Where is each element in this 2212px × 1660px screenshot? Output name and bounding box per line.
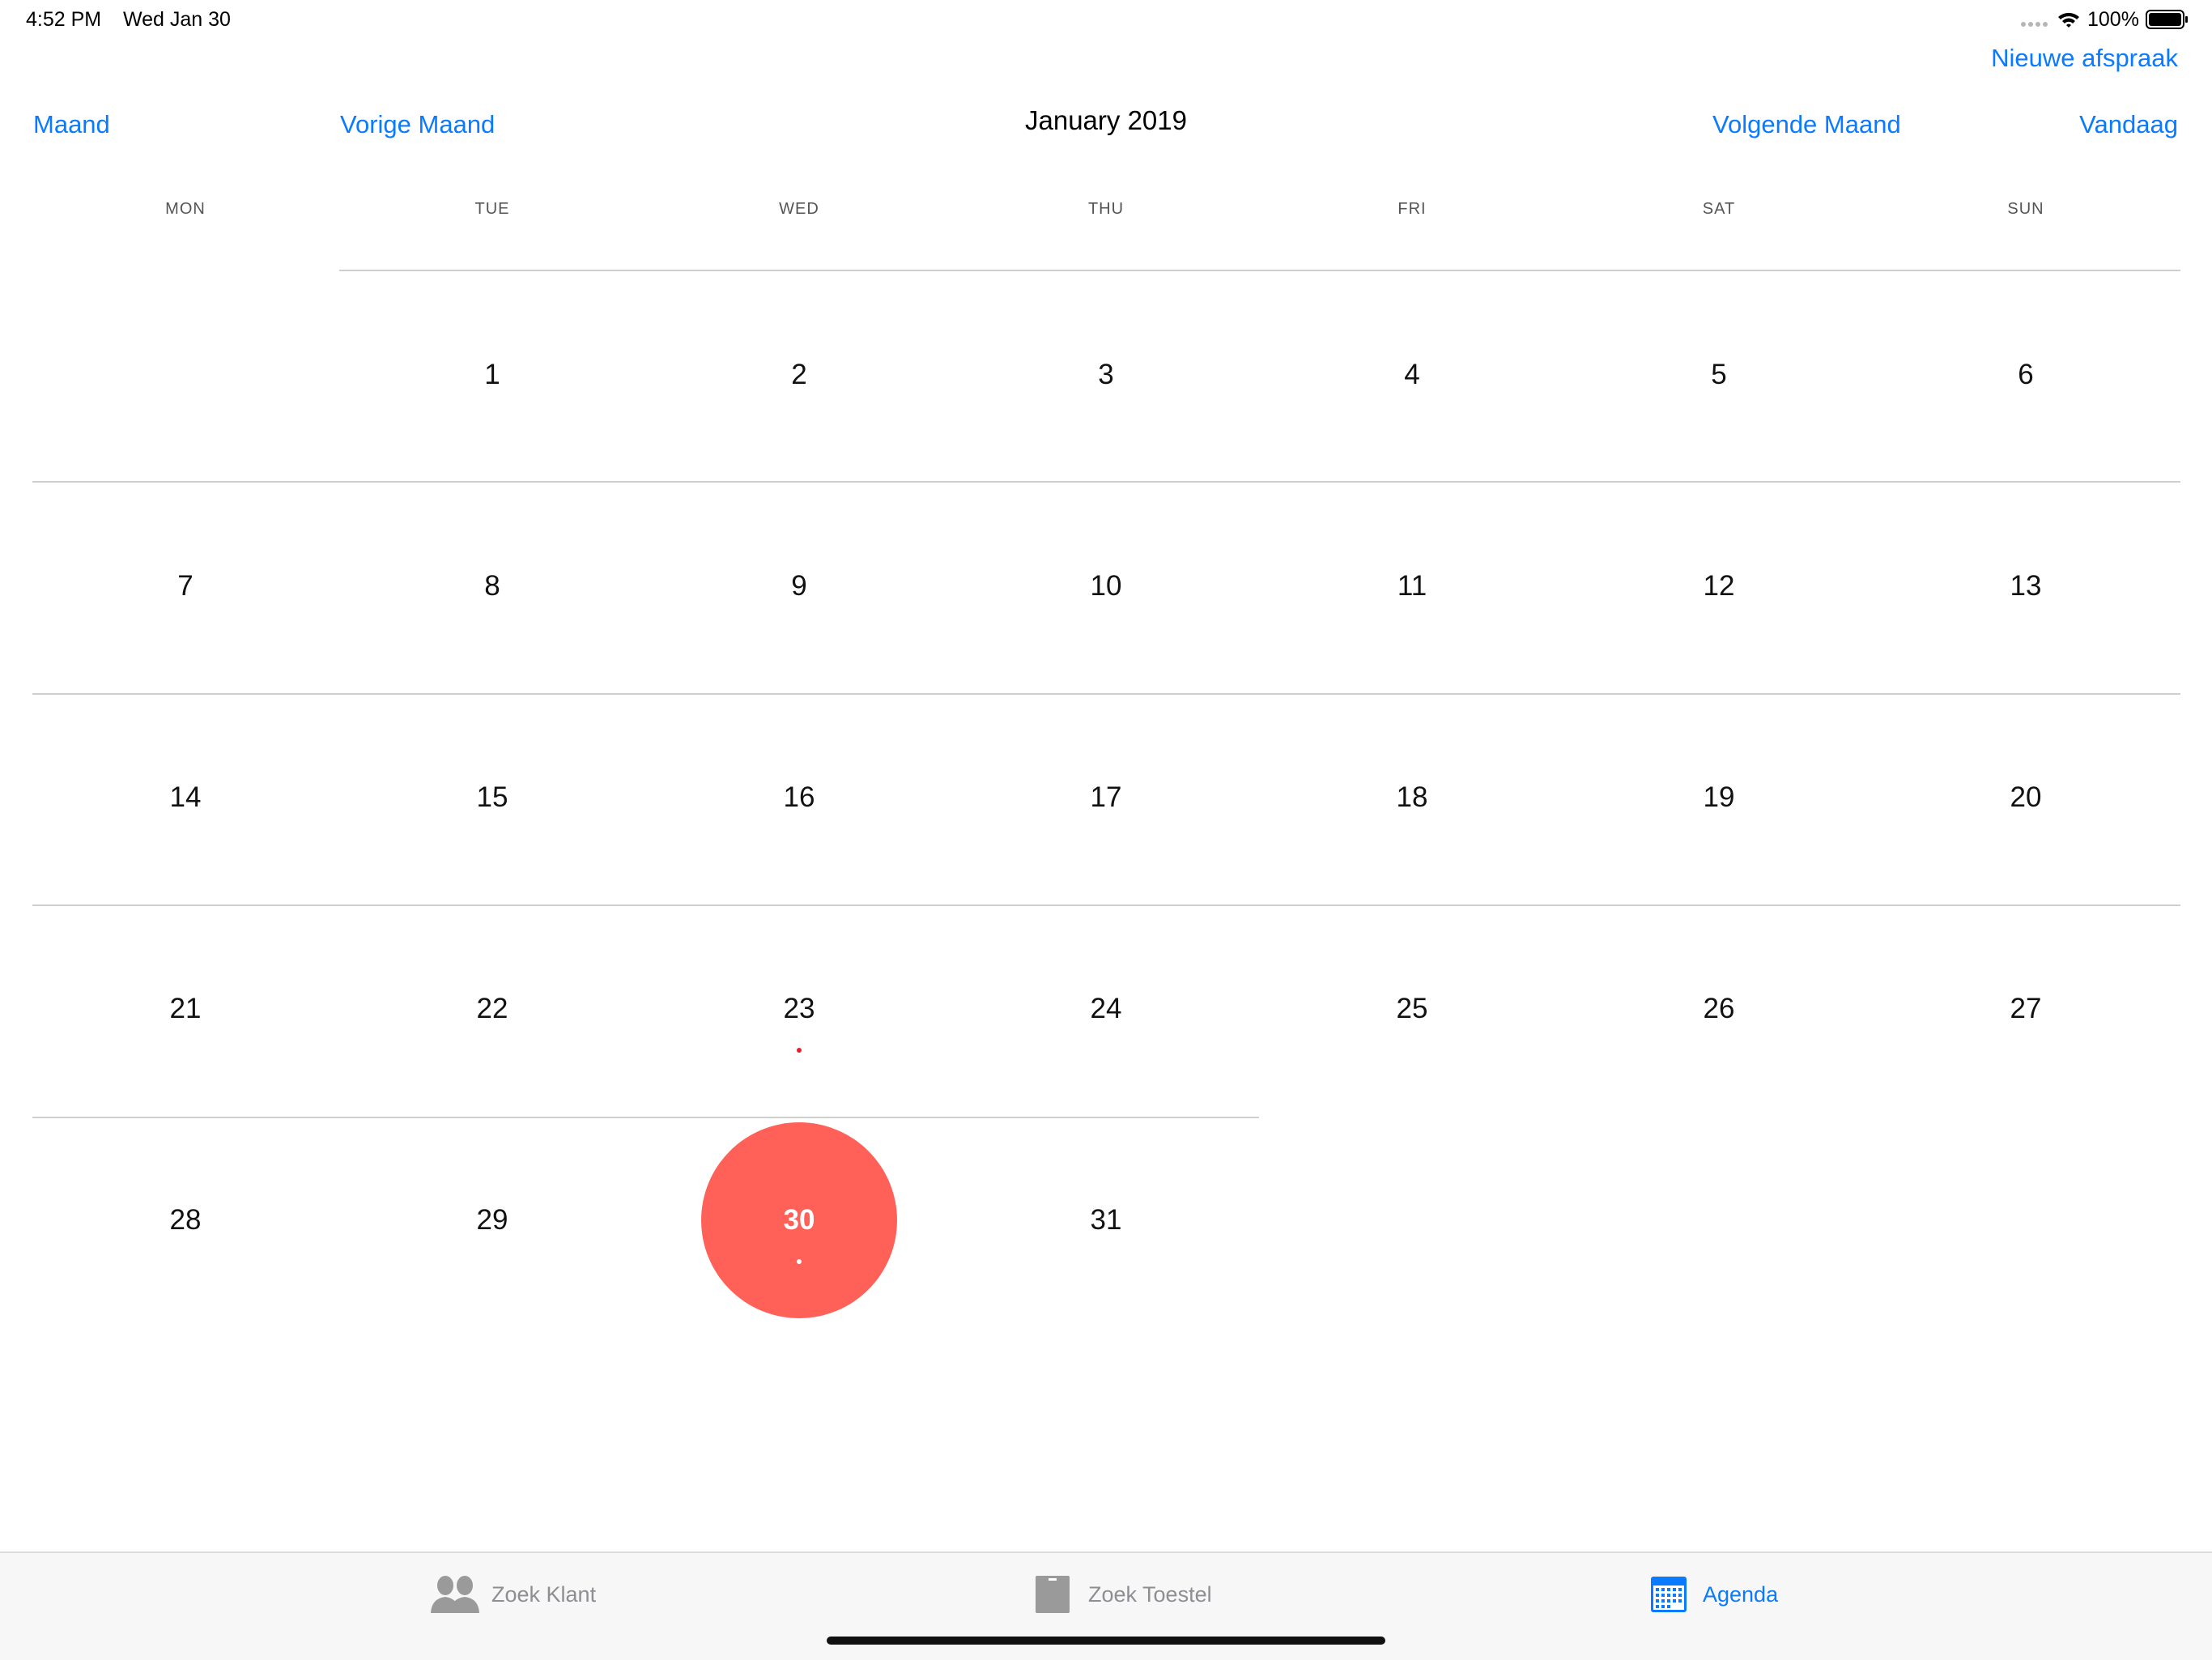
day-cell[interactable]: 26 xyxy=(1670,993,1767,1025)
day-cell[interactable]: 7 xyxy=(137,570,234,602)
day-cell[interactable]: 10 xyxy=(1057,570,1155,602)
day-cell[interactable]: 21 xyxy=(137,993,234,1025)
day-cell[interactable]: 31 xyxy=(1057,1204,1155,1236)
event-dot xyxy=(797,1048,802,1053)
home-indicator[interactable] xyxy=(827,1637,1385,1645)
weekday-sat: SAT xyxy=(1702,200,1736,218)
battery-icon xyxy=(2146,10,2188,29)
week-divider xyxy=(339,270,2180,271)
day-cell[interactable]: 11 xyxy=(1363,570,1461,602)
day-cell[interactable]: 16 xyxy=(751,781,848,814)
day-cell[interactable]: 14 xyxy=(137,781,234,814)
day-cell[interactable]: 20 xyxy=(1977,781,2074,814)
week-divider xyxy=(32,1117,1259,1118)
day-cell[interactable]: 22 xyxy=(444,993,541,1025)
day-cell[interactable]: 29 xyxy=(444,1204,541,1236)
day-cell[interactable]: 12 xyxy=(1670,570,1767,602)
weekday-mon: MON xyxy=(165,200,206,218)
day-cell[interactable]: 9 xyxy=(751,570,848,602)
new-appointment-button[interactable]: Nieuwe afspraak xyxy=(1991,44,2178,73)
day-cell[interactable]: 4 xyxy=(1363,359,1461,391)
day-cell[interactable]: 2 xyxy=(751,359,848,391)
tab-zoek-klant[interactable]: Zoek Klant xyxy=(491,1582,596,1607)
day-cell[interactable]: 17 xyxy=(1057,781,1155,814)
day-cell[interactable]: 13 xyxy=(1977,570,2074,602)
weekday-wed: WED xyxy=(779,200,819,218)
week-divider xyxy=(32,693,2180,695)
week-divider xyxy=(32,481,2180,483)
day-cell[interactable]: 18 xyxy=(1363,781,1461,814)
day-cell[interactable]: 19 xyxy=(1670,781,1767,814)
day-cell[interactable]: 5 xyxy=(1670,359,1767,391)
tab-agenda[interactable]: Agenda xyxy=(1703,1582,1778,1607)
day-cell[interactable]: 6 xyxy=(1977,359,2074,391)
weekday-tue: TUE xyxy=(474,200,510,218)
day-cell[interactable]: 1 xyxy=(444,359,541,391)
next-month-button[interactable]: Volgende Maand xyxy=(1712,110,1901,139)
calendar-icon[interactable] xyxy=(1650,1574,1687,1613)
week-divider xyxy=(32,904,2180,906)
people-icon[interactable] xyxy=(431,1574,481,1615)
day-cell[interactable]: 27 xyxy=(1977,993,2074,1025)
day-cell[interactable]: 15 xyxy=(444,781,541,814)
day-cell[interactable]: 28 xyxy=(137,1204,234,1236)
day-cell[interactable]: 8 xyxy=(444,570,541,602)
day-cell[interactable]: 3 xyxy=(1057,359,1155,391)
weekday-thu: THU xyxy=(1087,200,1125,218)
status-date: Wed Jan 30 xyxy=(123,8,231,31)
weekday-sun: SUN xyxy=(2007,200,2044,218)
wifi-icon xyxy=(2058,12,2079,28)
day-cell[interactable]: 24 xyxy=(1057,993,1155,1025)
event-dot xyxy=(797,1259,802,1264)
weekday-fri: FRI xyxy=(1397,200,1427,218)
day-cell[interactable]: 25 xyxy=(1363,993,1461,1025)
tab-zoek-toestel[interactable]: Zoek Toestel xyxy=(1088,1582,1212,1607)
status-time: 4:52 PM xyxy=(26,8,102,31)
battery-percent: 100% xyxy=(2087,8,2139,31)
day-cell[interactable]: 23 xyxy=(751,993,848,1025)
device-icon[interactable] xyxy=(1035,1575,1070,1614)
today-button[interactable]: Vandaag xyxy=(2079,110,2178,139)
cellular-dots-icon xyxy=(2021,22,2048,27)
day-cell-today[interactable]: 30 xyxy=(701,1204,897,1236)
